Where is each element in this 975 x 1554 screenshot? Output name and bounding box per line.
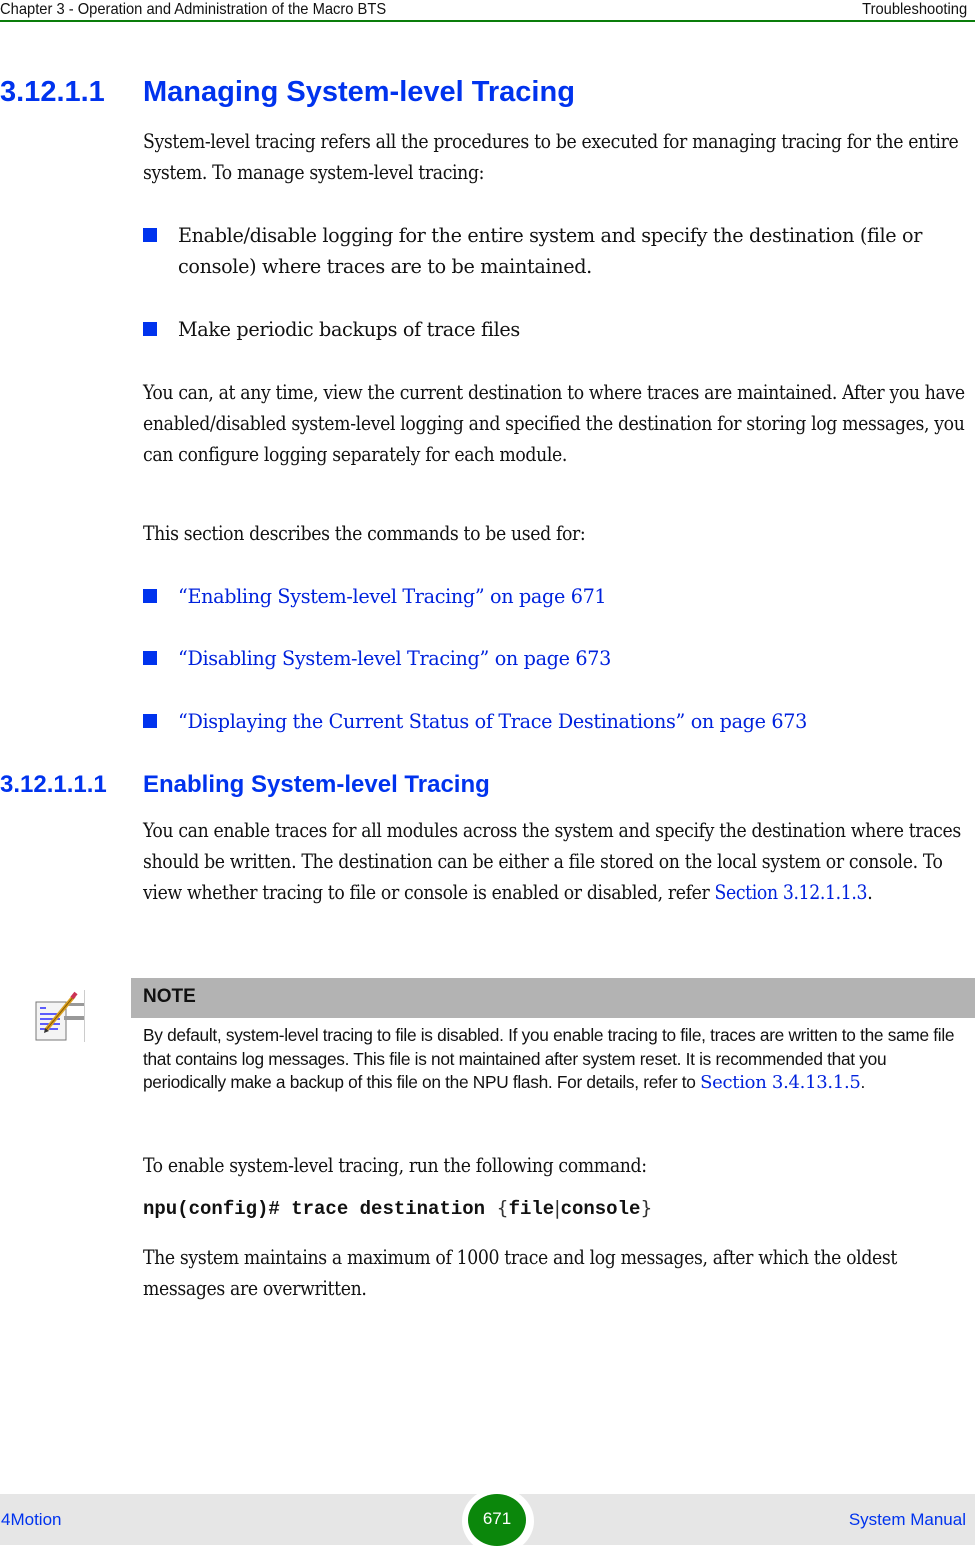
section-heading: 3.12.1.1 Managing System-level Tracing (0, 76, 575, 109)
list-item: Make periodic backups of trace files (143, 314, 975, 345)
section-number: 3.12.1.1 (0, 76, 105, 108)
chapter-title: Chapter 3 - Operation and Administration… (0, 1, 387, 18)
bullet-square-icon (143, 322, 157, 336)
list-item: Enable/disable logging for the entire sy… (143, 220, 975, 282)
note-header: NOTE (131, 978, 975, 1018)
link-enabling-tracing[interactable]: “Enabling System-level Tracing” on page … (178, 581, 975, 612)
section-title: Troubleshooting (861, 1, 967, 18)
header-divider (0, 20, 975, 22)
max-messages-paragraph: The system maintains a maximum of 1000 t… (143, 1246, 897, 1300)
link-section-3-12-1-1-3[interactable]: Section 3.12.1.1.3 (715, 881, 868, 904)
bullet-square-icon (143, 228, 157, 242)
command-close-brace: } (640, 1197, 653, 1219)
paragraph-end: . (867, 881, 873, 904)
bullet-square-icon (143, 651, 157, 665)
note-body: By default, system-level tracing to file… (143, 1024, 973, 1095)
intro-paragraph: System-level tracing refers all the proc… (143, 130, 959, 184)
command-option-console: console (560, 1198, 641, 1220)
link-section-3-4-13-1-5[interactable]: Section 3.4.13.1.5 (700, 1072, 861, 1093)
run-command-paragraph: To enable system-level tracing, run the … (143, 1154, 647, 1177)
enable-traces-paragraph: You can enable traces for all modules ac… (143, 815, 973, 908)
destination-paragraph: You can, at any time, view the current d… (143, 381, 965, 466)
link-displaying-status[interactable]: “Displaying the Current Status of Trace … (178, 706, 975, 737)
link-disabling-tracing[interactable]: “Disabling System-level Tracing” on page… (178, 643, 975, 674)
bullet-square-icon (143, 714, 157, 728)
list-item-text: Make periodic backups of trace files (178, 318, 520, 341)
subsection-heading-title: Enabling System-level Tracing (143, 771, 490, 798)
bullet-square-icon (143, 589, 157, 603)
command-syntax: npu(config)# trace destination {file|con… (143, 1197, 653, 1220)
section-heading-title: Managing System-level Tracing (143, 76, 575, 108)
footer-doc-title: System Manual (848, 1510, 966, 1529)
command-open-brace: { (496, 1197, 509, 1219)
page-number-badge: 671 (468, 1494, 526, 1546)
footer-product: 4Motion (1, 1510, 62, 1529)
note-end: . (860, 1072, 866, 1092)
subsection-number: 3.12.1.1.1 (0, 771, 107, 798)
command-option-file: file (508, 1198, 555, 1220)
list-item-text: Enable/disable logging for the entire sy… (178, 224, 923, 278)
note-pencil-icon (35, 990, 85, 1042)
link-list-item[interactable]: “Enabling System-level Tracing” on page … (143, 581, 975, 612)
link-list-item[interactable]: “Displaying the Current Status of Trace … (143, 706, 975, 737)
link-list-item[interactable]: “Disabling System-level Tracing” on page… (143, 643, 975, 674)
note-title: NOTE (143, 986, 196, 1007)
commands-intro-paragraph: This section describes the commands to b… (143, 522, 586, 545)
command-prompt: npu(config)# trace destination (143, 1198, 497, 1220)
subsection-heading: 3.12.1.1.1 Enabling System-level Tracing (0, 771, 490, 799)
page-header: Chapter 3 - Operation and Administration… (0, 0, 975, 22)
